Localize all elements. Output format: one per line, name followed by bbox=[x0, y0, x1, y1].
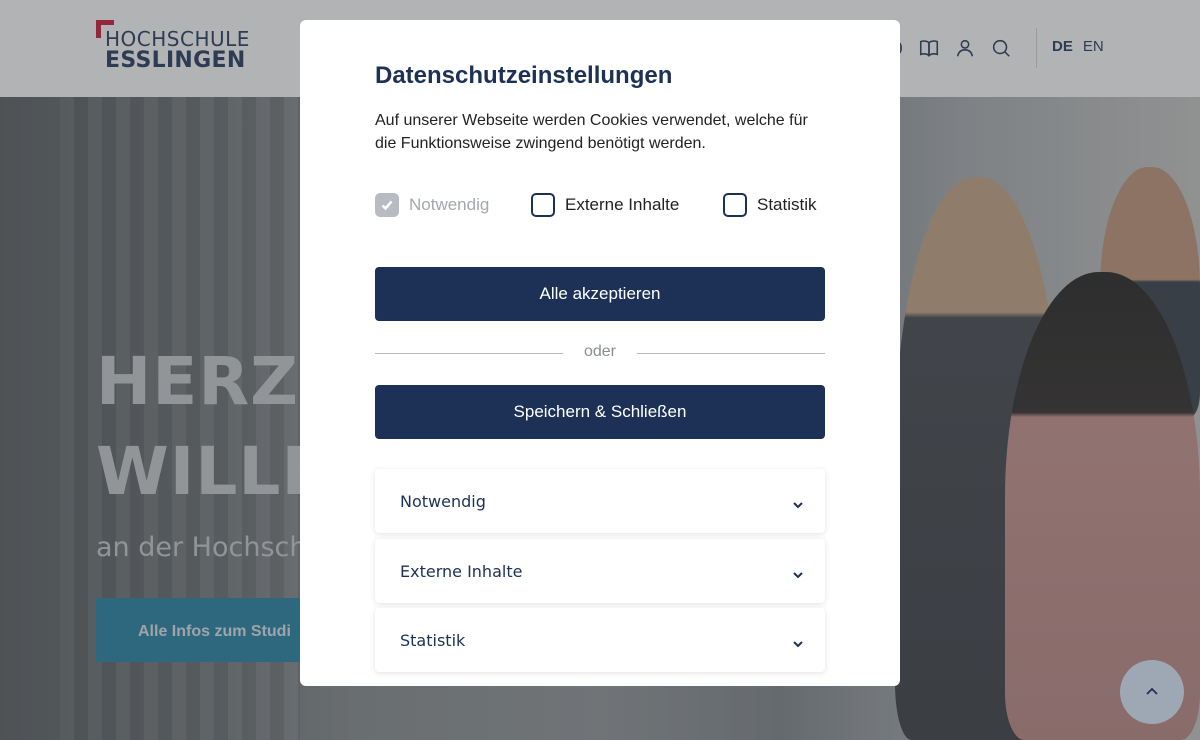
accordion-item-notwendig[interactable]: Notwendig bbox=[375, 469, 825, 533]
checkbox-externe-inhalte[interactable]: Externe Inhalte bbox=[531, 192, 679, 218]
separator-line-right bbox=[637, 353, 825, 354]
accordion-item-externe-inhalte[interactable]: Externe Inhalte bbox=[375, 539, 825, 603]
or-separator: oder bbox=[375, 342, 825, 362]
scroll-to-top-button[interactable] bbox=[1120, 660, 1184, 724]
checkbox-notwendig: Notwendig bbox=[375, 192, 489, 218]
accept-all-button[interactable]: Alle akzeptieren bbox=[375, 267, 825, 321]
checkbox-notwendig-label: Notwendig bbox=[409, 195, 490, 214]
dialog-title: Datenschutzeinstellungen bbox=[375, 62, 673, 89]
save-and-close-button[interactable]: Speichern & Schließen bbox=[375, 385, 825, 439]
or-label: oder bbox=[583, 343, 617, 360]
checkbox-externe-inhalte-box[interactable] bbox=[531, 193, 555, 217]
chevron-down-icon bbox=[791, 568, 805, 582]
checkbox-externe-inhalte-label[interactable]: Externe Inhalte bbox=[565, 195, 679, 215]
accordion-label: Notwendig bbox=[400, 492, 486, 511]
accordion-item-statistik[interactable]: Statistik bbox=[375, 608, 825, 672]
accordion-label: Statistik bbox=[400, 631, 466, 650]
dialog-description: Auf unserer Webseite werden Cookies verw… bbox=[375, 112, 808, 152]
checkmark-icon bbox=[381, 200, 393, 211]
consent-checkbox-group: Notwendig Externe Inhalte Statistik bbox=[375, 192, 825, 218]
checkbox-notwendig-box bbox=[375, 193, 399, 217]
chevron-down-icon bbox=[791, 498, 805, 512]
chevron-down-icon bbox=[791, 637, 805, 651]
accordion-label: Externe Inhalte bbox=[400, 562, 523, 581]
checkbox-statistik-label[interactable]: Statistik bbox=[757, 195, 817, 215]
checkbox-statistik-box[interactable] bbox=[723, 193, 747, 217]
checkbox-statistik[interactable]: Statistik bbox=[723, 192, 817, 218]
cookie-consent-dialog: Datenschutzeinstellungen Auf unserer Web… bbox=[300, 20, 900, 686]
chevron-up-icon bbox=[1146, 687, 1158, 695]
